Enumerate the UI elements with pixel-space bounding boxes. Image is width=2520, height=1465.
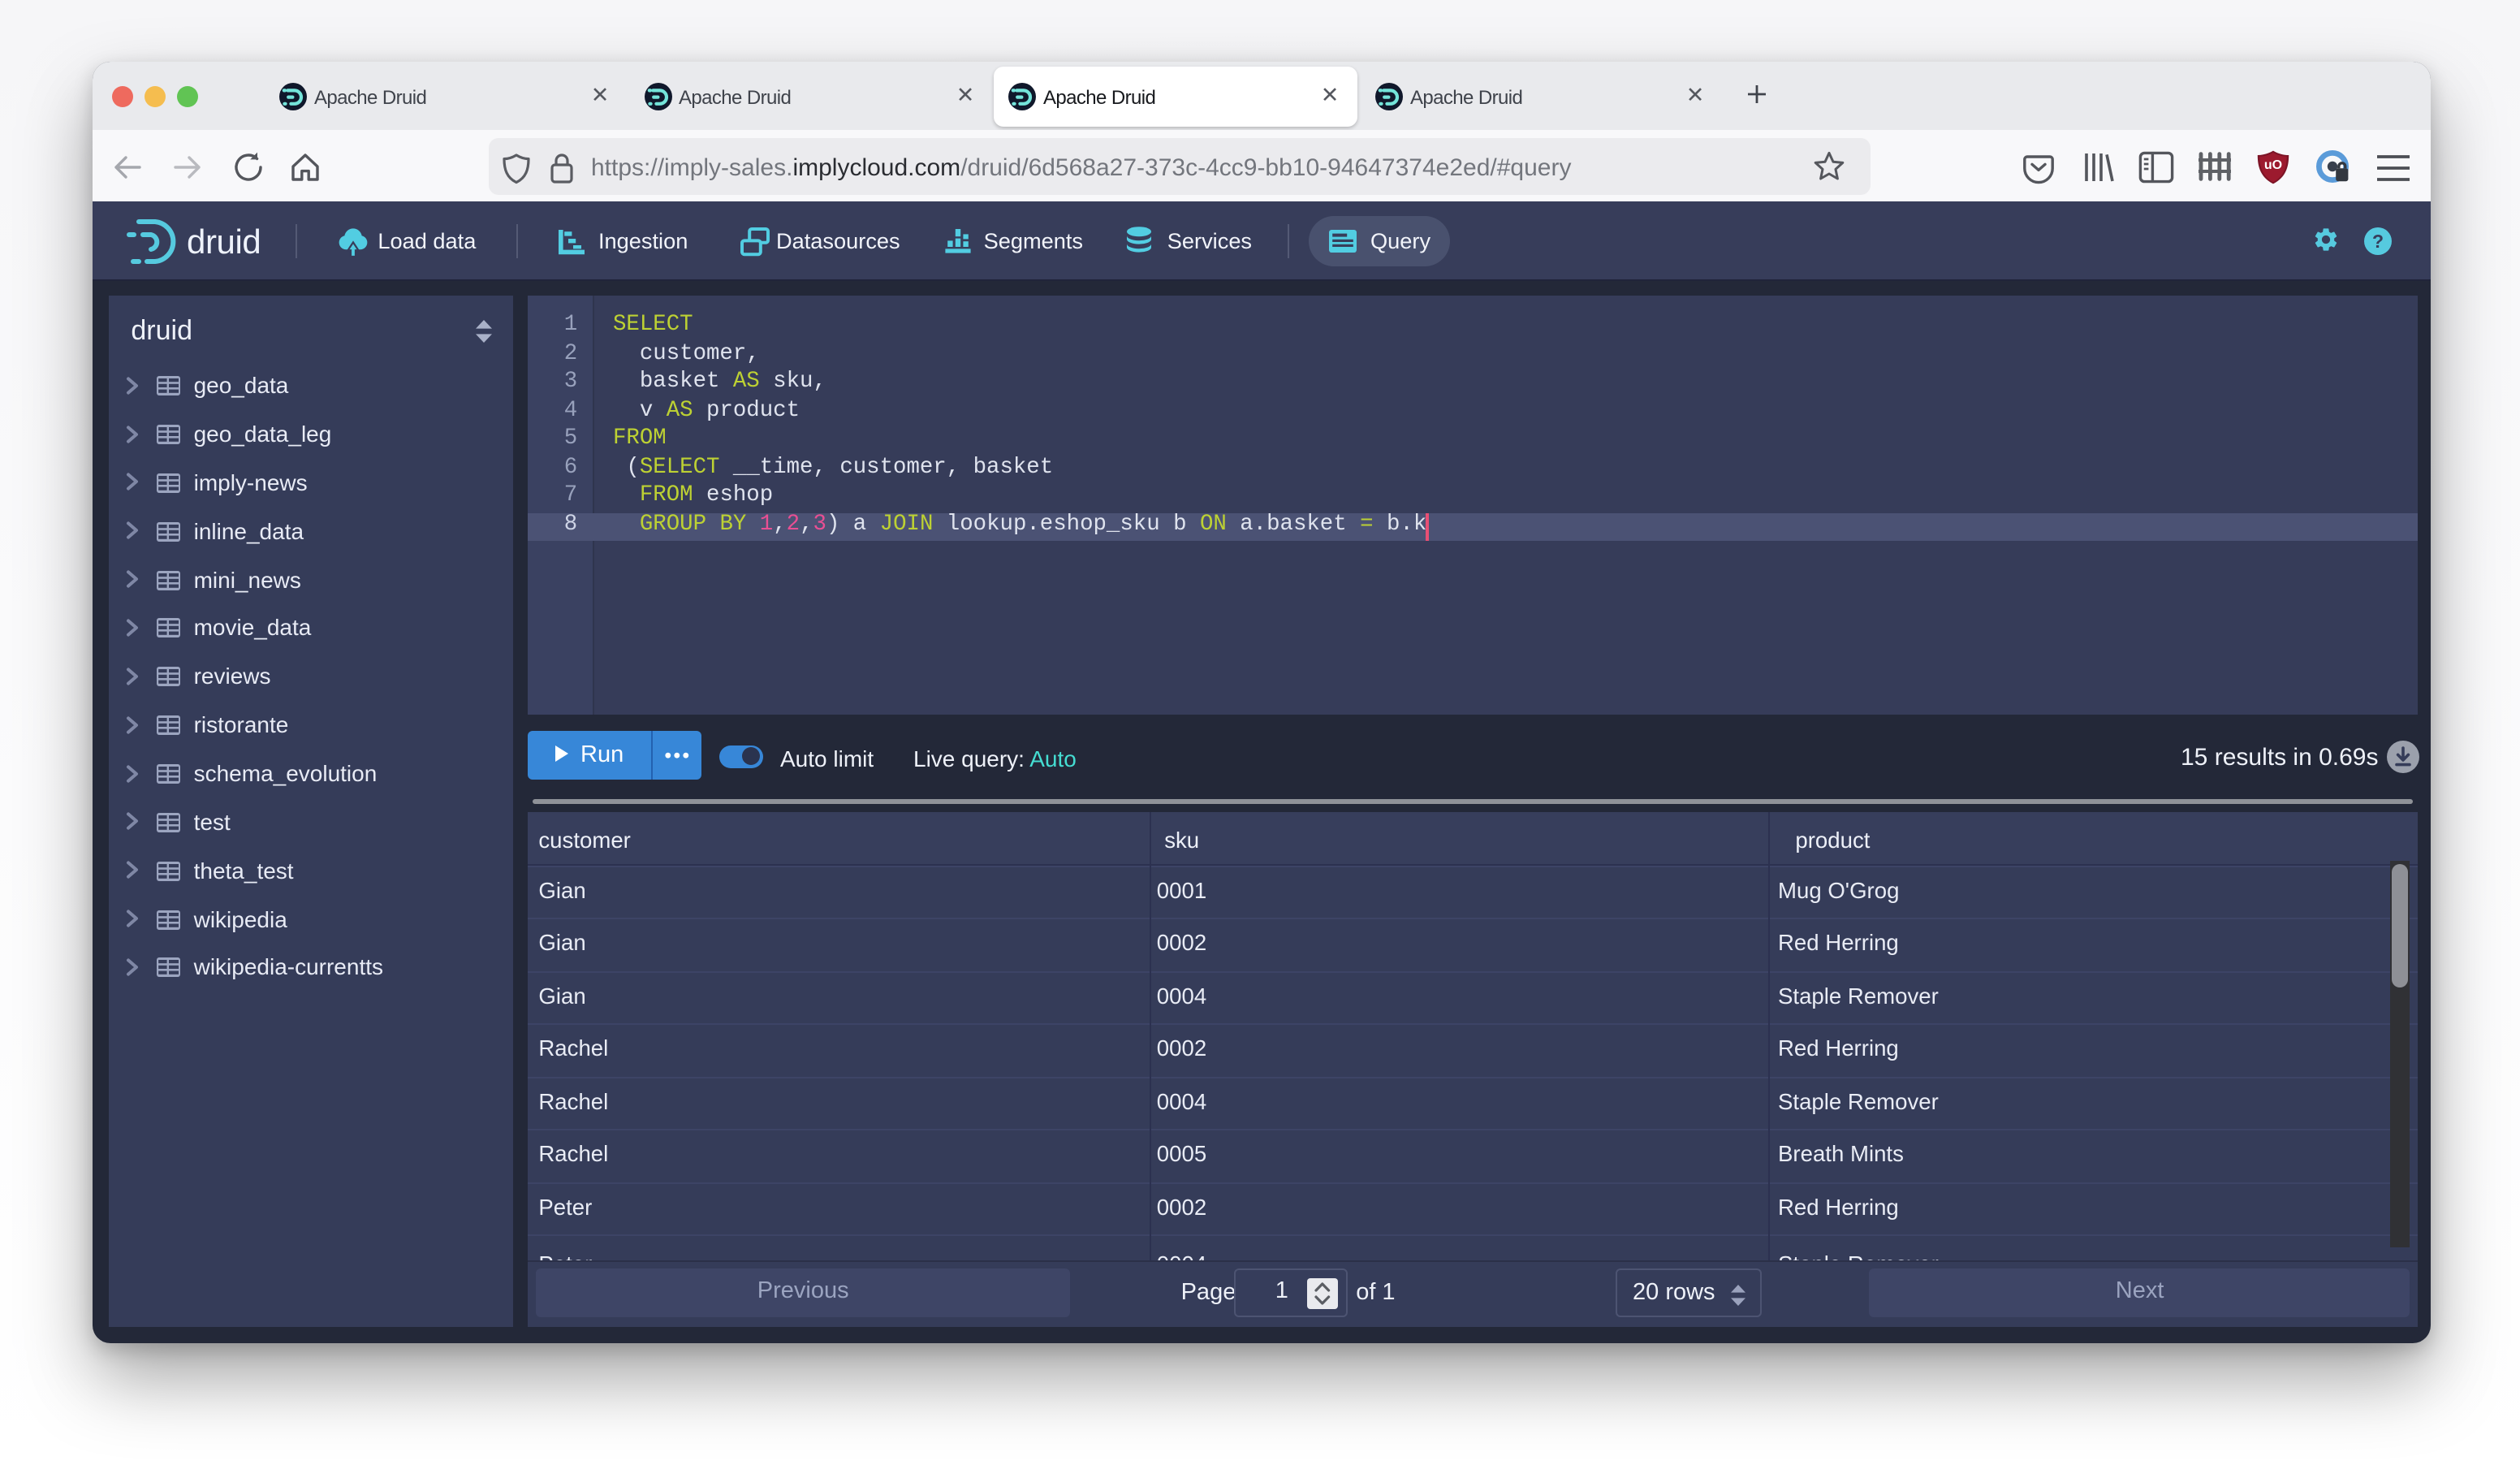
svg-text:uO: uO xyxy=(2264,158,2282,171)
svg-text:?: ? xyxy=(2372,230,2384,251)
